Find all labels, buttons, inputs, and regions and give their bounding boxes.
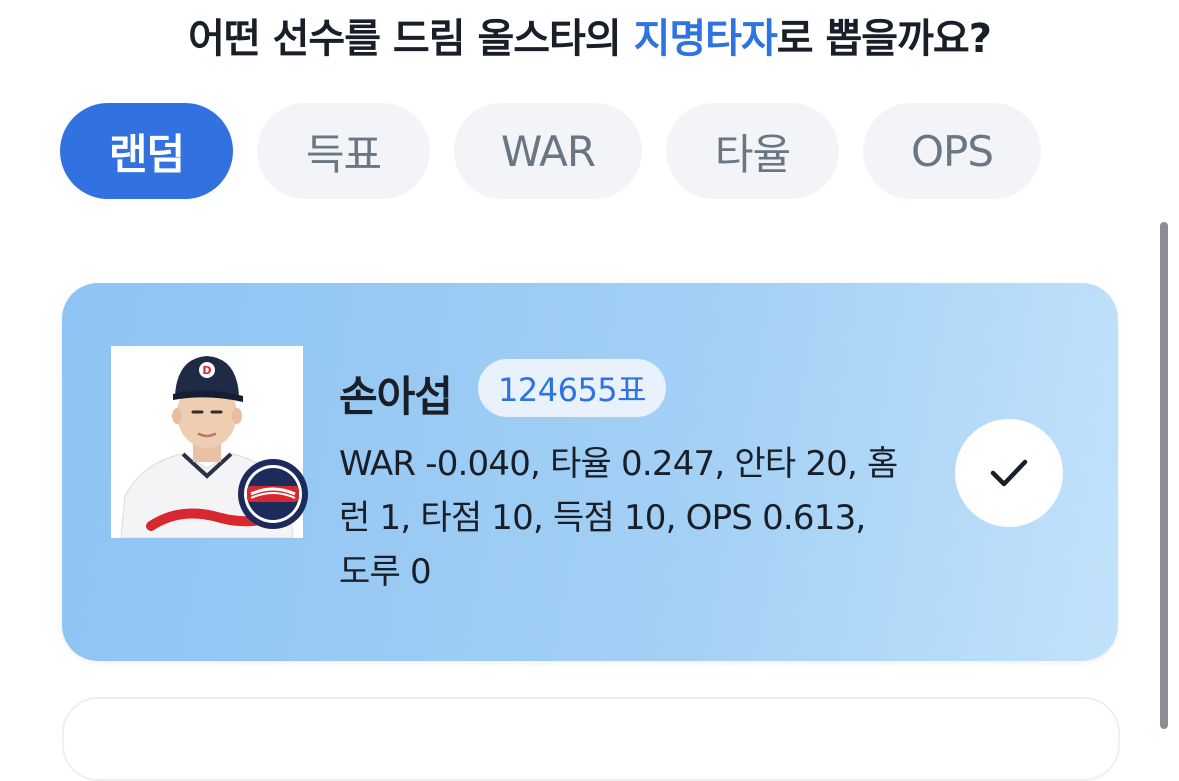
tab-votes[interactable]: 득표 [257, 103, 430, 199]
question-text: 어떤 선수를 드림 올스타의 [188, 16, 634, 62]
tab-war[interactable]: WAR [454, 103, 642, 199]
question-highlight: 지명타자 [633, 16, 778, 62]
question-text-end: 로 뽑을까요? [776, 16, 992, 62]
vote-count-badge: 124655표 [478, 359, 667, 417]
check-icon [990, 459, 1028, 487]
sort-tabs: 랜덤 득표 WAR 타율 OPS [60, 103, 1179, 199]
scrollbar[interactable] [1160, 222, 1168, 729]
player-stats: WAR -0.040, 타율 0.247, 안타 20, 홈런 1, 타점 10… [339, 444, 898, 592]
player-name: 손아섭 [339, 372, 453, 421]
tabs-fade [1099, 103, 1179, 199]
tab-random[interactable]: 랜덤 [60, 103, 233, 199]
player-card-next[interactable] [62, 697, 1120, 781]
player-card[interactable]: D 손아섭 124655표 WAR -0.040, 타율 0.247, 안타 2… [62, 283, 1118, 661]
select-button[interactable] [955, 419, 1063, 527]
page-question: 어떤 선수를 드림 올스타의 지명타자로 뽑을까요? [0, 6, 1179, 64]
bears-logo-icon [238, 459, 308, 529]
svg-text:D: D [202, 364, 211, 377]
tab-avg[interactable]: 타율 [666, 103, 839, 199]
tab-ops[interactable]: OPS [863, 103, 1041, 199]
